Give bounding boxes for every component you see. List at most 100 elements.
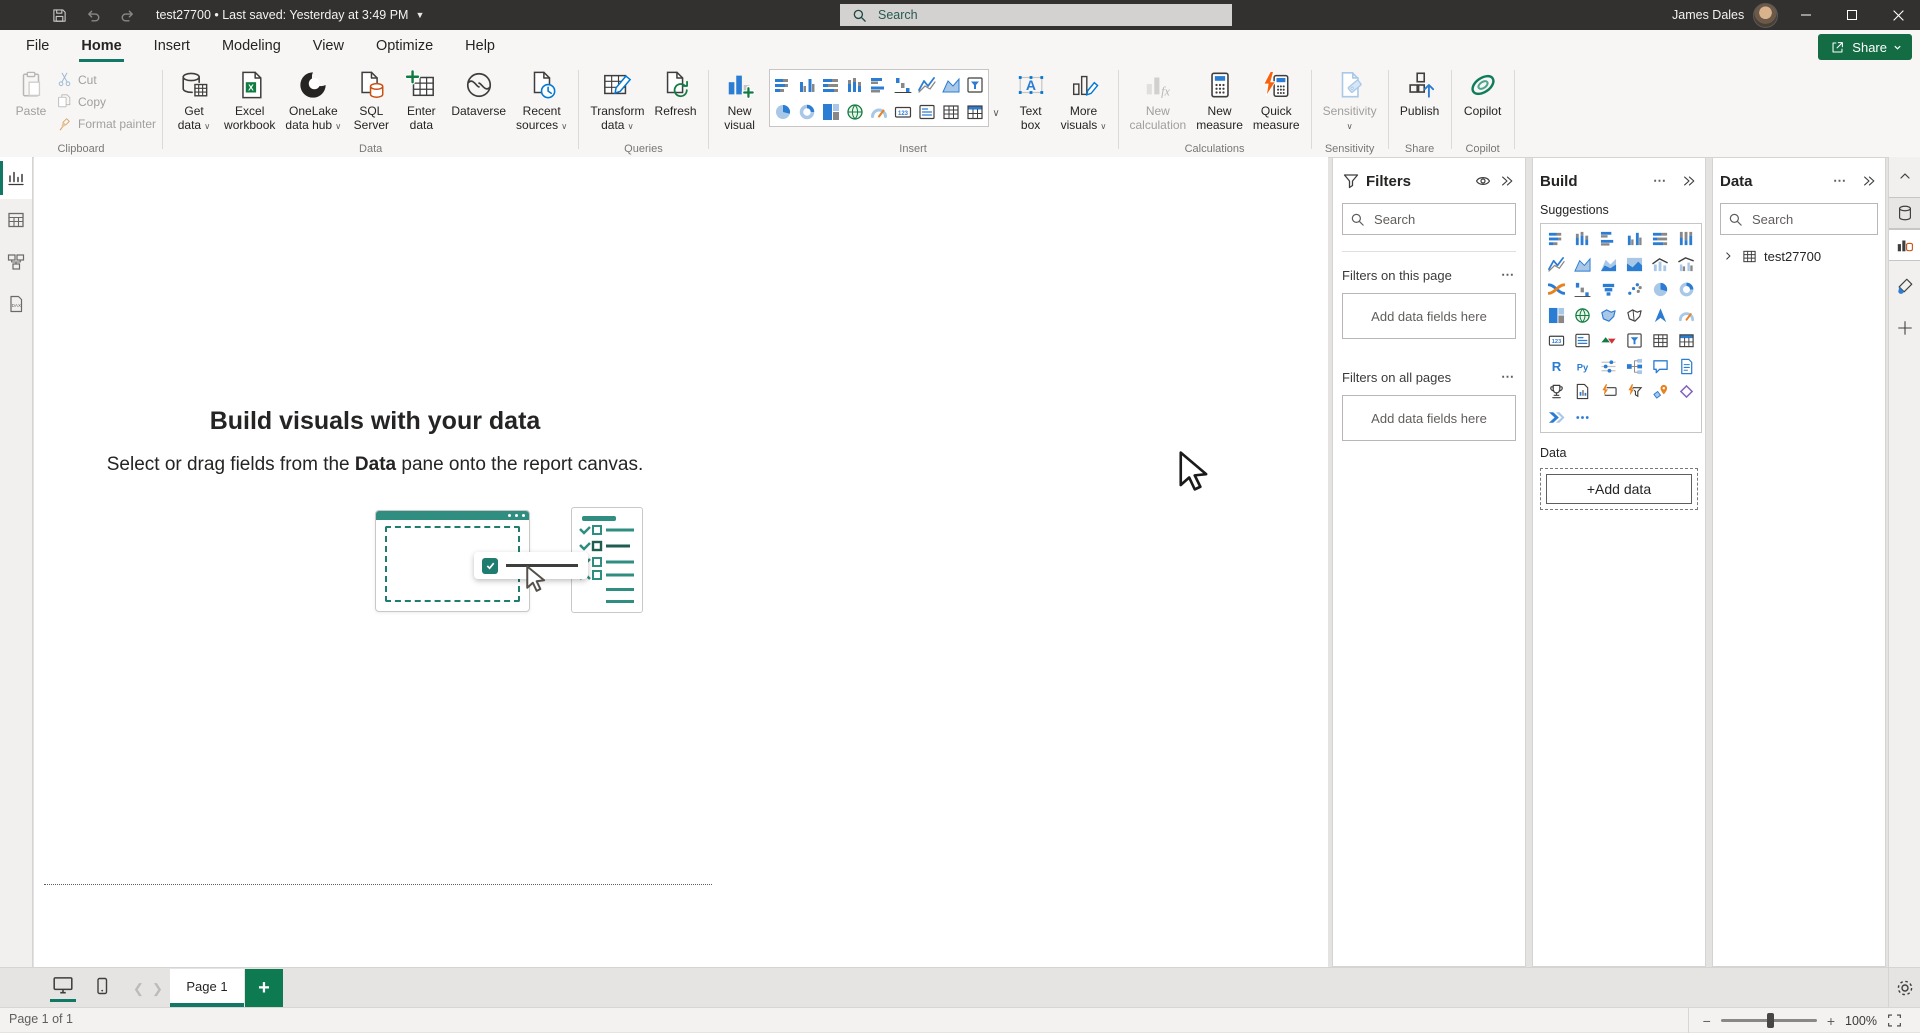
gallery-visual-table[interactable] — [939, 98, 963, 125]
gallery-visual-100-stacked-bar-chart[interactable] — [819, 71, 843, 98]
visual-type-stacked-column-chart[interactable] — [1569, 226, 1595, 252]
menu-tab-help[interactable]: Help — [449, 30, 511, 64]
collapse-pane-icon[interactable] — [1498, 172, 1516, 190]
visual-type-paginated-report[interactable] — [1569, 379, 1595, 405]
visual-type-multi-row-card[interactable] — [1569, 328, 1595, 354]
expand-chevron-icon[interactable] — [1722, 250, 1734, 262]
gallery-visual-stacked-bar-chart[interactable] — [771, 71, 795, 98]
undo-icon[interactable] — [76, 0, 110, 30]
account-area[interactable]: James Dales — [1672, 0, 1778, 30]
more-options-icon[interactable]: ⋯ — [1653, 173, 1668, 189]
menu-tab-insert[interactable]: Insert — [138, 30, 206, 64]
gallery-visual-slicer[interactable] — [963, 71, 987, 98]
build-pane-tab[interactable] — [1889, 229, 1920, 261]
visual-type-line-chart[interactable] — [1543, 252, 1569, 278]
visual-type-clustered-column-chart[interactable] — [1621, 226, 1647, 252]
visual-type-100-stacked-area-chart[interactable] — [1621, 252, 1647, 278]
gallery-visual-clustered-bar-chart[interactable] — [867, 71, 891, 98]
new-page-button[interactable]: + — [245, 969, 283, 1007]
previous-page-icon[interactable]: ❮ — [133, 981, 144, 997]
visual-type-clustered-bar-chart[interactable] — [1595, 226, 1621, 252]
visual-type-scatter-chart[interactable] — [1621, 277, 1647, 303]
menu-tab-optimize[interactable]: Optimize — [360, 30, 449, 64]
gallery-visual-line-chart[interactable] — [915, 71, 939, 98]
gallery-visual-treemap[interactable] — [819, 98, 843, 125]
visual-type-more-visuals[interactable] — [1569, 405, 1595, 431]
visual-type-power-automate[interactable] — [1543, 405, 1569, 431]
ribbon-new-measure-button[interactable]: Newmeasure — [1191, 66, 1248, 135]
visual-type-stacked-area-chart[interactable] — [1595, 252, 1621, 278]
add-visual-tab[interactable] — [1889, 313, 1920, 343]
visual-type-donut-chart[interactable] — [1673, 277, 1699, 303]
visual-type-waterfall-chart[interactable] — [1569, 277, 1595, 303]
eye-icon[interactable] — [1474, 172, 1492, 190]
zoom-slider[interactable] — [1721, 1019, 1817, 1022]
ribbon-refresh-button[interactable]: Refresh — [650, 66, 702, 121]
visual-type-decomposition-tree[interactable] — [1621, 354, 1647, 380]
ribbon-recent-sources-button[interactable]: Recentsources∨ — [511, 66, 572, 136]
maximize-button[interactable] — [1832, 0, 1872, 30]
data-pane-tab[interactable] — [1889, 197, 1920, 229]
collapse-pane-icon[interactable] — [1680, 172, 1698, 190]
settings-gear-icon[interactable] — [1888, 968, 1920, 1008]
filters-search-input[interactable] — [1372, 211, 1508, 228]
data-search-input[interactable] — [1750, 211, 1870, 228]
ribbon-transform-data-button[interactable]: Transformdata∨ — [585, 66, 649, 136]
filters-drop-zone[interactable]: Add data fields here — [1342, 395, 1516, 441]
visual-type-python-visual[interactable]: Py — [1569, 354, 1595, 380]
visual-type-key-influencers[interactable] — [1595, 354, 1621, 380]
document-title[interactable]: test27700 • Last saved: Yesterday at 3:4… — [156, 8, 424, 22]
visual-type-100-stacked-column-chart[interactable] — [1673, 226, 1699, 252]
ribbon-enter-data-button[interactable]: Enterdata — [396, 66, 446, 135]
ribbon-new-visual-button[interactable]: Newvisual — [715, 66, 765, 135]
visual-type-line-and-stacked-column-chart[interactable] — [1647, 252, 1673, 278]
visual-type-power-apps[interactable] — [1673, 379, 1699, 405]
visual-type-metrics[interactable] — [1543, 379, 1569, 405]
visual-type-gauge[interactable] — [1673, 303, 1699, 329]
gallery-visual-map[interactable] — [843, 98, 867, 125]
visual-type-100-stacked-bar-chart[interactable] — [1647, 226, 1673, 252]
gallery-visual-clustered-column-chart[interactable] — [795, 71, 819, 98]
visual-type-filled-map[interactable] — [1595, 303, 1621, 329]
visual-type-shape-map[interactable] — [1621, 303, 1647, 329]
gallery-visual-matrix[interactable] — [963, 98, 987, 125]
visual-type-card[interactable]: 123 — [1543, 328, 1569, 354]
visual-type-azure-map[interactable] — [1647, 303, 1673, 329]
gallery-visual-pie-chart[interactable] — [771, 98, 795, 125]
page-tab[interactable]: Page 1 — [170, 969, 244, 1007]
gallery-visual-stacked-column-chart[interactable] — [843, 71, 867, 98]
filters-search[interactable] — [1342, 203, 1516, 235]
ribbon-quick-measure-button[interactable]: Quickmeasure — [1248, 66, 1305, 135]
desktop-layout-button[interactable] — [50, 974, 76, 1002]
more-options-icon[interactable]: ⋯ — [1501, 267, 1516, 283]
minimize-button[interactable] — [1786, 0, 1826, 30]
visual-type-arcgis-map[interactable] — [1647, 379, 1673, 405]
visual-type-r-script-visual[interactable]: R — [1543, 354, 1569, 380]
ribbon-onelake-data-hub-button[interactable]: OneLakedata hub∨ — [280, 66, 346, 136]
gallery-visual-area-chart[interactable] — [939, 71, 963, 98]
visual-type-area-chart[interactable] — [1569, 252, 1595, 278]
ribbon-copilot-button[interactable]: Copilot — [1458, 66, 1508, 121]
global-search-input[interactable] — [876, 7, 1200, 23]
visual-type-q-and-a[interactable] — [1647, 354, 1673, 380]
ribbon-get-data-button[interactable]: Getdata∨ — [169, 66, 219, 136]
sidebar-report-view-button[interactable] — [0, 157, 32, 199]
ribbon-more-visuals-button[interactable]: Morevisuals∨ — [1056, 66, 1112, 136]
visual-type-stacked-bar-chart[interactable] — [1543, 226, 1569, 252]
menu-tab-home[interactable]: Home — [65, 30, 137, 64]
visual-type-map[interactable] — [1569, 303, 1595, 329]
more-options-icon[interactable]: ⋯ — [1501, 369, 1516, 385]
sidebar-table-view-button[interactable] — [0, 199, 32, 241]
ribbon-dataverse-button[interactable]: Dataverse — [446, 66, 511, 121]
report-canvas[interactable]: Build visuals with your data Select or d… — [34, 157, 1328, 967]
zoom-out-icon[interactable]: − — [1703, 1013, 1711, 1029]
global-search[interactable] — [840, 4, 1232, 26]
gallery-visual-donut-chart[interactable] — [795, 98, 819, 125]
sidebar-model-view-button[interactable] — [0, 241, 32, 283]
visual-type-line-and-clustered-column-chart[interactable] — [1673, 252, 1699, 278]
gallery-visual-card[interactable]: 123 — [891, 98, 915, 125]
next-page-icon[interactable]: ❯ — [152, 981, 163, 997]
visual-type-pie-chart[interactable] — [1647, 277, 1673, 303]
ribbon-publish-button[interactable]: Publish — [1395, 66, 1445, 121]
zoom-in-icon[interactable]: + — [1827, 1013, 1835, 1029]
